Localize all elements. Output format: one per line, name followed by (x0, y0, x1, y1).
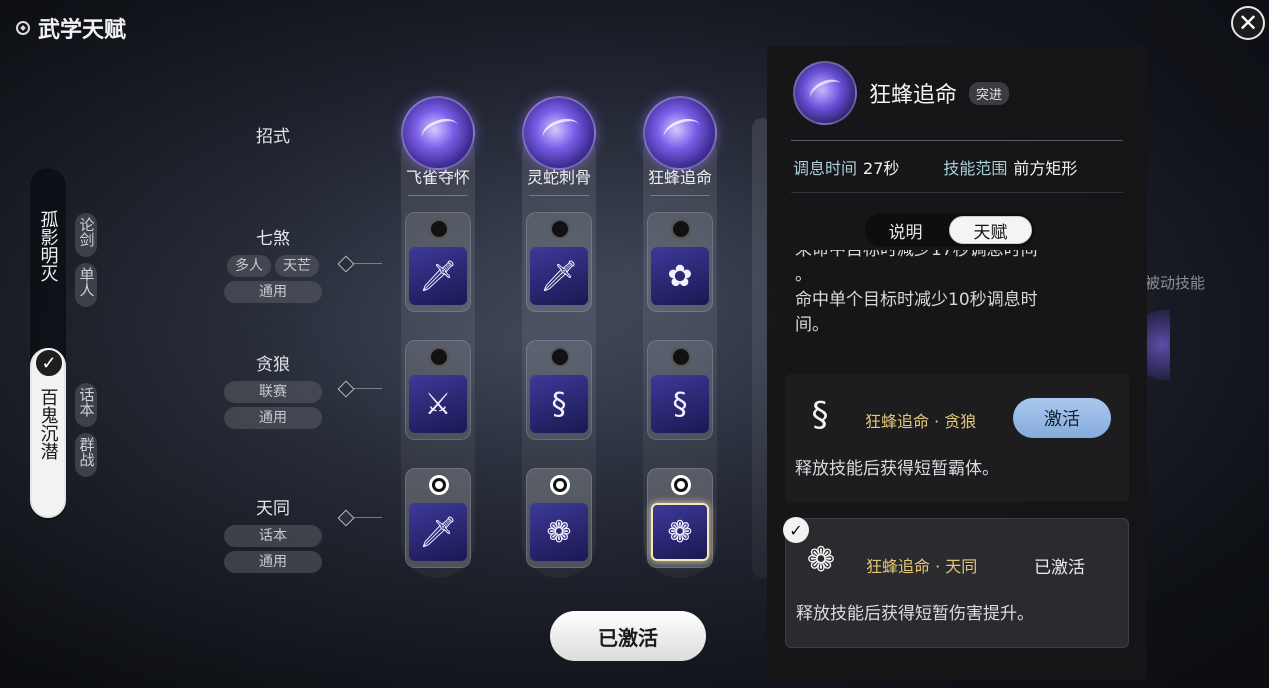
detail-skill-name: 狂蜂追命 (869, 83, 958, 108)
tab-talent[interactable]: 天赋 (949, 216, 1032, 244)
skill-name: 狂蜂追命 (647, 168, 712, 187)
sword-icon: 🗡 (409, 503, 467, 561)
row-label-tiantong: 天同 话本 通用 (222, 494, 324, 577)
detail-header: 狂蜂追命 突进 (793, 61, 1010, 125)
school-tab-guying[interactable]: 孤影明灭 (30, 210, 66, 289)
divider (650, 195, 710, 196)
talent-card[interactable]: ✿ (647, 212, 713, 312)
row-label-zhaoshi: 招式 (256, 127, 290, 147)
row-connector (340, 517, 382, 518)
tag-pill: 通用 (224, 551, 322, 573)
mode-tag-qunzhan[interactable]: 群战 (75, 433, 97, 477)
activated-status: 已激活 (1034, 558, 1085, 578)
divider (529, 195, 589, 196)
row-label-tanlang: 贪狼 联赛 通用 (222, 350, 324, 433)
crossed-swords-icon: ⚔ (409, 375, 467, 433)
activated-button[interactable]: 已激活 (550, 611, 706, 661)
skill-orb-kuangfeng[interactable] (643, 96, 717, 170)
school-tabs: 孤影明灭 ✓ 百鬼沉潜 (30, 168, 66, 520)
row-connector (340, 263, 382, 264)
select-dot (429, 219, 449, 239)
skill-icon (793, 61, 857, 125)
mode-tag-danren[interactable]: 单人 (75, 263, 97, 307)
school-tab-label: 百鬼沉潜 (37, 388, 59, 460)
stat-cooldown: 调息时间 27秒 (793, 159, 900, 178)
row-connector (340, 388, 382, 389)
row-label-qisha: 七煞 多人 天芒 通用 (222, 224, 324, 307)
talent-card[interactable]: ❁ (526, 468, 592, 568)
divider (408, 195, 468, 196)
swirl-icon: § (530, 375, 588, 433)
talent-desc: 释放技能后获得短暂伤害提升。 (796, 604, 1034, 624)
tag-pill: 话本 (224, 525, 322, 547)
swirl-icon: § (811, 395, 829, 435)
background-hint: 被动技能 (1145, 274, 1206, 292)
tag-pill: 通用 (224, 407, 322, 429)
divider (791, 140, 1123, 141)
close-button[interactable]: ✕ (1231, 6, 1265, 40)
talent-card[interactable]: § (647, 340, 713, 440)
talent-title: 狂蜂追命 · 天同 (866, 557, 978, 576)
skill-type-badge: 突进 (969, 81, 1010, 105)
tag-pill: 多人 (227, 255, 271, 277)
sword-icon: 🗡 (530, 247, 588, 305)
select-dot (671, 475, 691, 495)
skill-detail-panel: 狂蜂追命 突进 调息时间 27秒 技能范围 前方矩形 说明 天赋 未命中目标时减少1… (767, 46, 1147, 680)
select-dot (550, 347, 570, 367)
skill-orb-lingshe[interactable] (522, 96, 596, 170)
skill-name: 灵蛇刺骨 (526, 168, 591, 187)
talent-card[interactable]: 🗡 (405, 468, 471, 568)
school-tab-label: 孤影明灭 (37, 210, 59, 282)
mode-tag-lunjian[interactable]: 论剑 (75, 213, 97, 257)
talent-title: 狂蜂追命 · 贪狼 (865, 412, 977, 431)
select-dot (671, 347, 691, 367)
tag-pill: 通用 (224, 281, 322, 303)
select-dot (550, 475, 570, 495)
select-dot (429, 347, 449, 367)
lotus-icon: ✿ (651, 247, 709, 305)
mode-tag-huaben[interactable]: 话本 (75, 383, 97, 427)
tab-description[interactable]: 说明 (865, 213, 946, 247)
talent-option-tanlang: § 狂蜂追命 · 贪狼 激活 释放技能后获得短暂霸体。 (785, 374, 1129, 502)
talent-card-selected[interactable]: ❁ (647, 468, 713, 568)
talent-card[interactable]: § (526, 340, 592, 440)
tag-pill: 天芒 (275, 255, 319, 277)
leaf-swirl-icon: ❁ (806, 540, 836, 580)
select-dot (429, 475, 449, 495)
leaf-swirl-icon: ❁ (651, 503, 709, 561)
talent-option-tiantong: ✓ ❁ 狂蜂追命 · 天同 已激活 释放技能后获得短暂伤害提升。 (783, 517, 1129, 648)
skill-orb-feique[interactable] (401, 96, 475, 170)
select-dot (550, 219, 570, 239)
detail-tab-switch: 说明 天赋 (865, 213, 1035, 247)
page-title-text: 武学天赋 (38, 17, 127, 43)
skill-name: 飞雀夺怀 (405, 168, 470, 187)
school-tab-baigui[interactable]: ✓ 百鬼沉潜 (30, 348, 66, 518)
select-dot (671, 219, 691, 239)
tag-pill: 联赛 (224, 381, 322, 403)
sword-icon: 🗡 (409, 247, 467, 305)
page-title: 武学天赋 (16, 12, 126, 44)
close-icon: ✕ (1237, 9, 1259, 37)
description-text: 未命中目标时减少17秒调息时间 。 命中单个目标时减少10秒调息时 间。 (795, 250, 1038, 335)
leaf-swirl-icon: ❁ (530, 503, 588, 561)
divider (791, 192, 1123, 193)
compass-icon (16, 21, 30, 35)
talent-card[interactable]: ⚔ (405, 340, 471, 440)
description-scroll[interactable]: 未命中目标时减少17秒调息时间 。 命中单个目标时减少10秒调息时 间。 (767, 250, 1147, 350)
talent-card[interactable]: 🗡 (405, 212, 471, 312)
check-icon: ✓ (34, 348, 64, 378)
talent-desc: 释放技能后获得短暂霸体。 (795, 459, 999, 479)
stat-row: 调息时间 27秒 技能范围 前方矩形 (793, 155, 1077, 179)
talent-card[interactable]: 🗡 (526, 212, 592, 312)
swirl-icon: § (651, 375, 709, 433)
stat-range: 技能范围 前方矩形 (943, 159, 1078, 178)
activate-button[interactable]: 激活 (1013, 398, 1111, 438)
